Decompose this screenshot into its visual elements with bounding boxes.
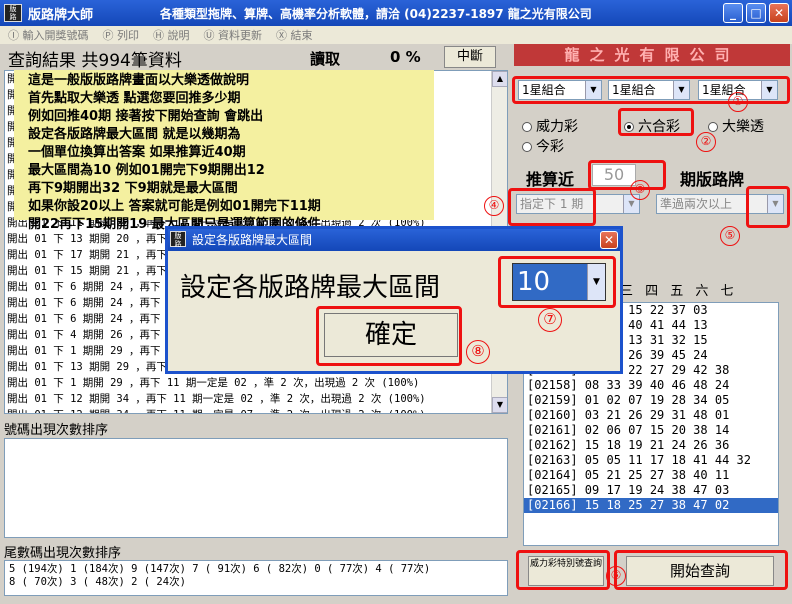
menu-update[interactable]: Ⓤ 資料更新 bbox=[204, 27, 263, 43]
note-line: 首先點取大樂透 點選您要回推多少期 bbox=[28, 91, 241, 106]
radio-dot-icon bbox=[522, 142, 532, 152]
annotation-number: ① bbox=[728, 92, 748, 112]
read-percent: 0 % bbox=[390, 48, 421, 66]
radio-dot-icon bbox=[708, 122, 718, 132]
accuracy-combo-value: 準過兩次以上 bbox=[660, 197, 733, 211]
dialog-title-bar: 版路 設定各版路牌最大區間 ✕ bbox=[168, 229, 620, 251]
tail-line: 5 (194次) 1 (184次) 9 (147次) 7 ( 91次) 6 ( … bbox=[9, 563, 431, 575]
annotation-number: ⑦ bbox=[538, 308, 562, 332]
draw-row[interactable]: [02166] 15 18 25 27 38 47 02 bbox=[524, 498, 778, 513]
draw-row[interactable]: [02160] 03 21 26 29 31 48 01 bbox=[524, 408, 778, 423]
radio-mark-six[interactable]: 六合彩 bbox=[624, 116, 680, 136]
calc-label: 推算近 bbox=[526, 170, 575, 189]
result-row: 開出 01 下 1 期開 29 ，再下 11 期一定是 02 ，準 2 次，出現… bbox=[7, 377, 420, 389]
period-input[interactable]: 50 bbox=[592, 164, 636, 186]
range-combo-value: 指定下 1 期 bbox=[520, 197, 584, 211]
note-line: 例如回推40期 接著按下開始查詢 會跳出 bbox=[28, 109, 264, 124]
note-line: 一個單位換算出答案 如果推算近40期 bbox=[28, 145, 246, 160]
draw-row[interactable]: [02161] 02 06 07 15 20 38 14 bbox=[524, 423, 778, 438]
app-icon: 版路 bbox=[4, 4, 22, 22]
annotation-number: ③ bbox=[630, 180, 650, 200]
note-line: 最大區間為10 例如01開完下9期開出12 bbox=[28, 163, 265, 178]
scroll-down-icon[interactable]: ▼ bbox=[492, 397, 507, 413]
note-line: 設定各版路牌最大區間 就是以幾期為 bbox=[28, 127, 241, 142]
powerball-special-button[interactable]: 威力彩特別號查詢 bbox=[528, 556, 604, 586]
result-row: 開出 01 下 12 期開 34 ，再下 11 期一定是 02 ，準 2 次，出… bbox=[7, 393, 426, 405]
title-info: 各種類型拖牌、算牌、高機率分析軟體，請洽 (04)2237-1897 龍之光有限… bbox=[160, 7, 592, 21]
annotation-number: ⑧ bbox=[466, 340, 490, 364]
maximize-button[interactable]: □ bbox=[746, 3, 766, 23]
results-header: 查詢結果 共994筆資料 讀取 0 % 中斷 bbox=[4, 46, 508, 71]
dialog-label: 設定各版路牌最大區間 bbox=[180, 273, 441, 303]
interrupt-button[interactable]: 中斷 bbox=[444, 46, 496, 68]
chevron-down-icon[interactable]: ▼ bbox=[673, 81, 689, 99]
dialog-ok-button[interactable]: 確定 bbox=[324, 313, 458, 357]
max-range-value: 10 bbox=[517, 267, 551, 297]
max-range-select[interactable]: 10 ▼ bbox=[512, 263, 606, 301]
period-label: 期版路牌 bbox=[680, 170, 745, 189]
scroll-up-icon[interactable]: ▲ bbox=[492, 71, 507, 87]
minimize-button[interactable]: _ bbox=[723, 3, 743, 23]
query-result-count: 查詢結果 共994筆資料 bbox=[8, 51, 182, 71]
radio-label: 大樂透 bbox=[722, 119, 764, 135]
result-row: 開出 01 下 12 期開 34 ，再下 11 期一定是 07 ，準 2 次，出… bbox=[5, 407, 507, 413]
note-line: 如果你設20以上 答案就可能是例如01開完下11期 bbox=[28, 199, 321, 214]
title-bar: 版路 版路牌大師 各種類型拖牌、算牌、高機率分析軟體，請洽 (04)2237-1… bbox=[0, 0, 792, 26]
chevron-down-icon[interactable]: ▼ bbox=[587, 264, 605, 300]
close-button[interactable]: ✕ bbox=[769, 3, 789, 23]
radio-dot-icon bbox=[624, 122, 634, 132]
note-line: 再下9期開出32 下9期就是最大區間 bbox=[28, 181, 238, 196]
company-banner: 龍之光有限公司 bbox=[514, 44, 790, 66]
radio-label: 威力彩 bbox=[536, 119, 578, 135]
start-query-button[interactable]: 開始查詢 bbox=[626, 556, 774, 586]
annotation-number: ④ bbox=[484, 196, 504, 216]
chevron-down-icon[interactable]: ▼ bbox=[767, 195, 783, 213]
draw-row[interactable]: [02163] 05 05 11 17 18 41 44 32 bbox=[524, 453, 778, 468]
menu-print[interactable]: Ⓟ 列印 bbox=[103, 27, 140, 43]
annotation-number: ② bbox=[696, 132, 716, 152]
draw-row[interactable]: [02164] 05 21 25 27 38 40 11 bbox=[524, 468, 778, 483]
menu-bar: Ⓘ 輸入開獎號碼 Ⓟ 列印 Ⓗ 說明 Ⓤ 資料更新 Ⓧ 結束 bbox=[0, 26, 792, 44]
dialog-title: 設定各版路牌最大區間 bbox=[192, 233, 313, 247]
menu-input-numbers[interactable]: Ⓘ 輸入開獎號碼 bbox=[8, 27, 89, 43]
radio-dot-icon bbox=[522, 122, 532, 132]
chevron-down-icon[interactable]: ▼ bbox=[585, 81, 601, 99]
draw-row[interactable]: [02162] 15 18 19 21 24 26 36 bbox=[524, 438, 778, 453]
radio-lotto[interactable]: 大樂透 bbox=[708, 116, 764, 136]
annotation-number: ⑤ bbox=[720, 226, 740, 246]
tail-line: 8 ( 70次) 3 ( 48次) 2 ( 24次) bbox=[9, 576, 186, 588]
window-title: 版路牌大師 bbox=[28, 7, 94, 23]
annotation-number: ⑥ bbox=[606, 566, 626, 586]
max-range-dialog: 版路 設定各版路牌最大區間 ✕ 設定各版路牌最大區間 10 ▼ 確定 bbox=[165, 226, 623, 374]
dialog-close-icon[interactable]: ✕ bbox=[600, 231, 618, 249]
radio-label: 六合彩 bbox=[638, 119, 680, 135]
combo-2-value: 1星組合 bbox=[612, 83, 656, 97]
menu-help[interactable]: Ⓗ 說明 bbox=[153, 27, 190, 43]
draw-row[interactable]: [02158] 08 33 39 40 46 48 24 bbox=[524, 378, 778, 393]
radio-powerball[interactable]: 威力彩 bbox=[522, 116, 578, 136]
accuracy-combo[interactable]: 準過兩次以上 ▼ bbox=[656, 194, 784, 214]
combo-1-value: 1星組合 bbox=[522, 83, 566, 97]
tail-freq-box: 5 (194次) 1 (184次) 9 (147次) 7 ( 91次) 6 ( … bbox=[4, 560, 508, 596]
menu-exit[interactable]: Ⓧ 結束 bbox=[276, 27, 313, 43]
weekday-header: 三 四 五 六 七 bbox=[620, 284, 738, 299]
radio-label: 今彩 bbox=[536, 139, 564, 155]
note-line: 這是一般版版路牌畫面以大樂透做說明 bbox=[28, 73, 250, 88]
number-freq-label: 號碼出現次數排序 bbox=[4, 423, 109, 438]
number-freq-box bbox=[4, 438, 508, 538]
explanation-note: 這是一般版版路牌畫面以大樂透做說明 首先點取大樂透 點選您要回推多少期例如回推40… bbox=[14, 70, 434, 232]
range-combo[interactable]: 指定下 1 期 ▼ bbox=[516, 194, 640, 214]
read-label: 讀取 bbox=[310, 50, 341, 68]
combo-2[interactable]: 1星組合 ▼ bbox=[608, 80, 690, 100]
app-icon: 版路 bbox=[170, 231, 186, 248]
radio-daily[interactable]: 今彩 bbox=[522, 136, 564, 156]
draw-row[interactable]: [02165] 09 17 19 24 38 47 03 bbox=[524, 483, 778, 498]
combo-1[interactable]: 1星組合 ▼ bbox=[518, 80, 602, 100]
chevron-down-icon[interactable]: ▼ bbox=[761, 81, 777, 99]
tail-freq-label: 尾數碼出現次數排序 bbox=[4, 546, 122, 561]
draw-row[interactable]: [02159] 01 02 07 19 28 34 05 bbox=[524, 393, 778, 408]
